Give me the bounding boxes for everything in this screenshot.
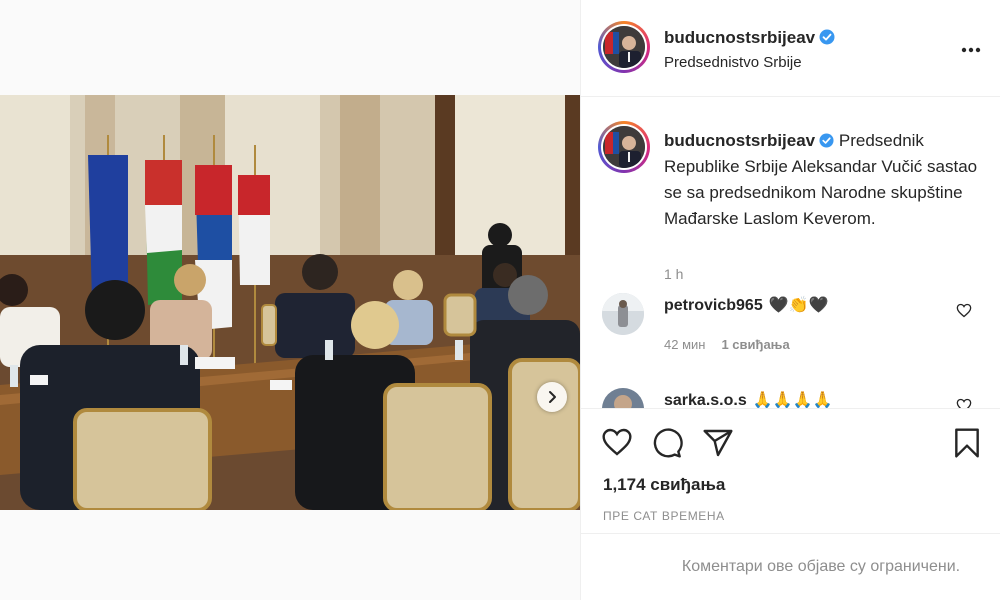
share-icon <box>703 429 733 457</box>
profile-photo <box>603 126 645 168</box>
commenter-photo <box>602 388 644 408</box>
more-dots-icon <box>961 47 981 53</box>
meeting-photo-illustration <box>0 95 580 510</box>
verified-badge-icon <box>819 29 835 45</box>
comments-disabled-text: Коментари ове објаве су ограничени. <box>681 558 961 575</box>
heart-icon <box>956 303 972 318</box>
comments-disabled-notice: Коментари ове објаве су ограничени. <box>581 533 1000 600</box>
heart-icon <box>956 398 972 408</box>
commenter-photo <box>602 293 644 335</box>
like-button[interactable] <box>601 427 633 462</box>
caption-timestamp[interactable]: 1 h <box>664 266 683 282</box>
share-button[interactable] <box>702 427 734 464</box>
post-timestamp[interactable]: ПРЕ САТ ВРЕМЕНА <box>603 509 725 523</box>
avatar[interactable] <box>598 21 650 73</box>
profile-photo <box>603 26 645 68</box>
avatar[interactable] <box>598 121 650 173</box>
more-options-button[interactable] <box>961 40 981 58</box>
comment-username-text: petrovicb965 <box>664 297 763 314</box>
post-header: buducnostsrbijeav Predsednistvo Srbije <box>581 0 1000 97</box>
comments-list[interactable]: buducnostsrbijeav Predsednik Republike S… <box>581 98 1000 408</box>
chevron-right-icon <box>549 391 556 403</box>
comment-icon <box>653 428 683 458</box>
save-button[interactable] <box>953 427 981 464</box>
caption-username[interactable]: buducnostsrbijeav <box>664 131 815 150</box>
caption-text: buducnostsrbijeav Predsednik Republike S… <box>664 128 984 232</box>
comment-like-button[interactable] <box>956 303 972 323</box>
comment-button[interactable] <box>651 427 683 464</box>
likes-count[interactable]: 1,174 свиђања <box>603 475 725 495</box>
comment-username[interactable]: sarka.s.o.s 🙏🙏🙏🙏 <box>664 390 832 408</box>
commenter-avatar[interactable] <box>602 293 644 335</box>
comment-likes[interactable]: 1 свиђања <box>721 337 789 352</box>
commenter-avatar[interactable] <box>602 388 644 408</box>
username-text: buducnostsrbijeav <box>664 28 816 47</box>
comment-username-text: sarka.s.o.s <box>664 392 747 408</box>
comment-item: petrovicb965 🖤👏🖤 42 мин 1 свиђања <box>598 293 988 353</box>
comment-username[interactable]: petrovicb965 🖤👏🖤 <box>664 295 828 315</box>
location-link[interactable]: Predsednistvo Srbije <box>664 54 802 71</box>
post-panel: buducnostsrbijeav Predsednistvo Srbije b… <box>580 0 1000 600</box>
comment-item: sarka.s.o.s 🙏🙏🙏🙏 <box>598 388 988 408</box>
comment-like-button[interactable] <box>956 398 972 408</box>
bookmark-icon <box>955 428 979 458</box>
comment-meta: 42 мин 1 свиђања <box>664 337 790 352</box>
carousel-next-button[interactable] <box>537 382 567 412</box>
comment-text: 🖤👏🖤 <box>768 297 829 314</box>
comment-text: 🙏🙏🙏🙏 <box>752 392 833 408</box>
post-actions: 1,174 свиђања ПРЕ САТ ВРЕМЕНА <box>581 408 1000 533</box>
heart-icon <box>602 428 632 456</box>
verified-badge-icon <box>819 133 834 148</box>
username-link[interactable]: buducnostsrbijeav <box>664 28 835 48</box>
comment-time[interactable]: 42 мин <box>664 337 705 352</box>
post-photo[interactable] <box>0 95 580 510</box>
media-area <box>0 0 580 600</box>
